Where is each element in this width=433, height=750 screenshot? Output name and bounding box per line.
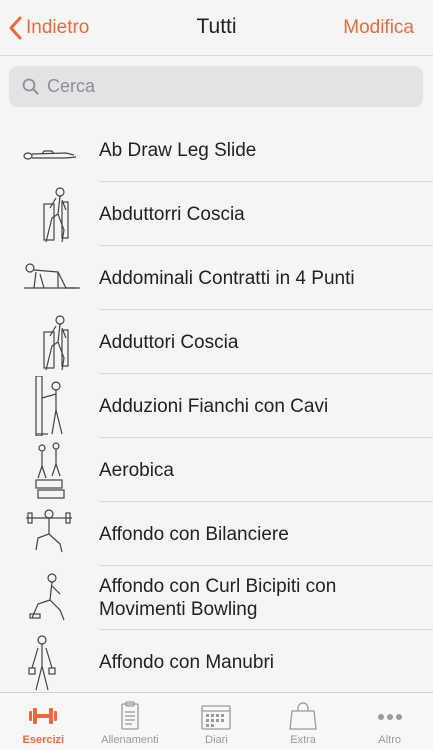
exercise-thumbnail-icon: [23, 150, 77, 160]
search-input[interactable]: [47, 76, 407, 97]
list-item[interactable]: Addominali Contratti in 4 Punti: [0, 246, 433, 310]
exercise-list: Ab Draw Leg Slide Abduttorri Coscia Addo…: [0, 118, 433, 692]
exercise-thumbnail-icon: [43, 187, 69, 243]
list-item[interactable]: Affondo con Bilanciere: [0, 502, 433, 566]
tab-label: Allenamenti: [101, 734, 159, 746]
edit-button[interactable]: Modifica: [343, 17, 414, 39]
tab-esercizi[interactable]: Esercizi: [0, 693, 87, 750]
navigation-bar: Indietro Tutti Modifica: [0, 0, 433, 56]
tab-diari[interactable]: Diari: [173, 693, 260, 750]
list-item[interactable]: Affondo con Curl Bicipiti con Movimenti …: [0, 566, 433, 630]
exercise-thumbnail-icon: [24, 263, 80, 289]
app: Indietro Tutti Modifica Ab Draw Leg Slid…: [0, 0, 433, 750]
shopping-bag-icon: [289, 702, 317, 730]
exercise-name: Affondo con Curl Bicipiti con Movimenti …: [99, 576, 337, 620]
list-item[interactable]: Adduzioni Fianchi con Cavi: [0, 374, 433, 438]
exercise-name: Adduzioni Fianchi con Cavi: [99, 395, 329, 417]
exercise-thumbnail-icon: [43, 315, 69, 371]
exercise-thumbnail-icon: [29, 573, 65, 621]
tab-bar: Esercizi Allenamenti Diari Extra Altro: [0, 692, 433, 750]
exercise-name: Abduttorri Coscia: [99, 203, 245, 225]
tab-label: Esercizi: [22, 734, 65, 746]
list-item[interactable]: Aerobica: [0, 438, 433, 502]
exercise-thumbnail-icon: [28, 635, 56, 691]
exercise-name: Adduttori Coscia: [99, 331, 239, 353]
list-item[interactable]: Ab Draw Leg Slide: [0, 118, 433, 182]
tab-extra[interactable]: Extra: [260, 693, 347, 750]
exercise-name: Affondo con Manubri: [99, 651, 274, 673]
list-item[interactable]: Affondo con Manubri: [0, 630, 433, 692]
tab-altro[interactable]: Altro: [346, 693, 433, 750]
exercise-thumbnail-icon: [26, 509, 72, 553]
exercise-name: Aerobica: [99, 459, 174, 481]
calendar-icon: [201, 705, 232, 730]
more-dots-icon: [377, 714, 402, 720]
tab-label: Altro: [378, 734, 401, 746]
search-icon: [22, 78, 39, 95]
dumbbell-icon: [29, 708, 58, 724]
exercise-thumbnail-icon: [35, 442, 65, 499]
exercise-name: Ab Draw Leg Slide: [99, 139, 257, 161]
search-bar[interactable]: [9, 66, 423, 107]
tab-allenamenti[interactable]: Allenamenti: [87, 693, 174, 750]
exercise-thumbnail-icon: [35, 376, 63, 436]
list-item[interactable]: Abduttorri Coscia: [0, 182, 433, 246]
clipboard-icon: [121, 701, 139, 730]
tab-label: Diari: [205, 734, 228, 746]
exercise-name: Addominali Contratti in 4 Punti: [99, 267, 355, 289]
tab-label: Extra: [290, 734, 316, 746]
list-item[interactable]: Adduttori Coscia: [0, 310, 433, 374]
exercise-name: Affondo con Bilanciere: [99, 523, 289, 545]
